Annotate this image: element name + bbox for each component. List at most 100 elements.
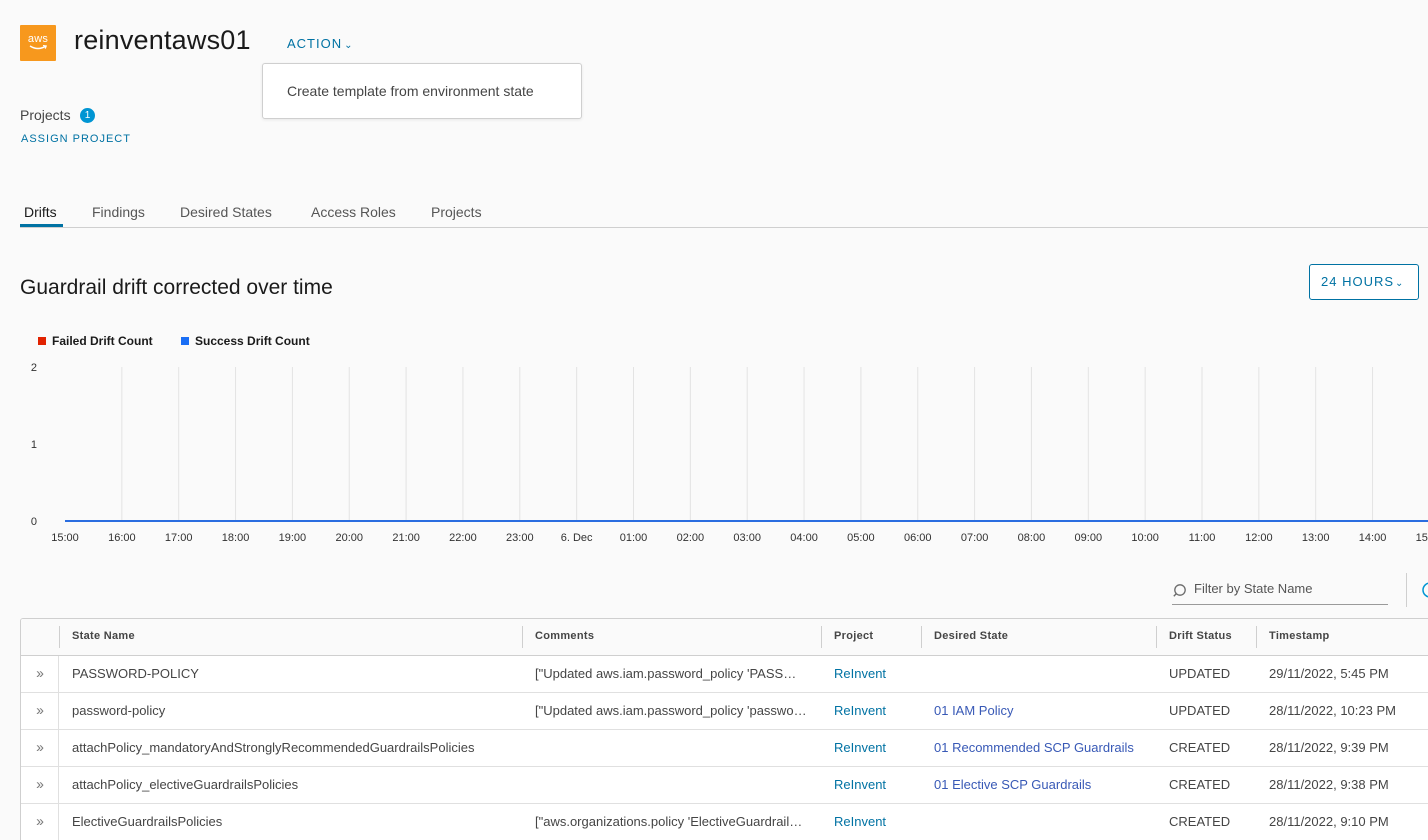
cell-timestamp: 28/11/2022, 9:10 PM	[1269, 814, 1389, 829]
x-tick-label: 17:00	[165, 532, 193, 544]
x-tick-label: 14:00	[1359, 532, 1387, 544]
cell-comments: ["Updated aws.iam.password_policy 'passw…	[535, 703, 807, 718]
cell-timestamp: 29/11/2022, 5:45 PM	[1269, 666, 1389, 681]
y-tick-label: 2	[31, 362, 37, 374]
action-dropdown-button[interactable]: ACTION ⌄	[287, 36, 354, 51]
tab-findings[interactable]: Findings	[92, 204, 145, 220]
cell-state-name: ElectiveGuardrailsPolicies	[72, 814, 223, 829]
refresh-icon	[1422, 582, 1428, 598]
column-header-state-name[interactable]: State Name	[72, 630, 135, 642]
cell-drift-status: CREATED	[1169, 814, 1231, 829]
drifts-table: State Name Comments Project Desired Stat…	[20, 618, 1428, 840]
cell-project-link[interactable]: ReInvent	[834, 777, 914, 792]
column-header-timestamp[interactable]: Timestamp	[1269, 630, 1330, 642]
cell-project-link[interactable]: ReInvent	[834, 703, 914, 718]
row-expand-button[interactable]: ››	[21, 656, 59, 692]
cell-timestamp: 28/11/2022, 9:38 PM	[1269, 777, 1389, 792]
x-tick-label: 10:00	[1131, 532, 1159, 544]
filter-input[interactable]	[1194, 581, 1384, 596]
x-tick-label: 01:00	[620, 532, 648, 544]
x-tick-label: 06:00	[904, 532, 932, 544]
double-chevron-right-icon: ››	[36, 776, 44, 793]
legend-item-success[interactable]: Success Drift Count	[181, 334, 310, 348]
row-expand-button[interactable]: ››	[21, 730, 59, 766]
x-tick-label: 13:00	[1302, 532, 1330, 544]
time-range-dropdown[interactable]: 24 HOURS⌄	[1309, 264, 1419, 300]
table-row: ›› attachPolicy_electiveGuardrailsPolici…	[21, 767, 1428, 804]
cell-state-name: attachPolicy_mandatoryAndStronglyRecomme…	[72, 740, 475, 755]
action-dropdown-menu: Create template from environment state	[262, 63, 582, 119]
column-header-project[interactable]: Project	[834, 630, 873, 642]
x-tick-label: 6. Dec	[561, 532, 593, 544]
x-tick-label: 16:00	[108, 532, 136, 544]
cell-desired-state-link[interactable]: 01 Elective SCP Guardrails	[934, 777, 1149, 792]
x-tick-label: 09:00	[1075, 532, 1103, 544]
cell-desired-state-link[interactable]: 01 IAM Policy	[934, 703, 1149, 718]
x-tick-label: 15:00	[1416, 532, 1428, 544]
tab-drifts[interactable]: Drifts	[24, 204, 57, 220]
cell-drift-status: CREATED	[1169, 777, 1231, 792]
x-tick-label: 23:00	[506, 532, 534, 544]
row-expand-button[interactable]: ››	[21, 693, 59, 729]
y-tick-label: 1	[31, 439, 37, 451]
x-tick-label: 12:00	[1245, 532, 1273, 544]
column-separator[interactable]	[921, 626, 922, 648]
x-tick-label: 11:00	[1189, 532, 1216, 544]
cell-state-name: password-policy	[72, 703, 166, 718]
y-tick-label: 0	[31, 516, 37, 528]
column-header-comments[interactable]: Comments	[535, 630, 594, 642]
row-expand-button[interactable]: ››	[21, 804, 59, 840]
table-row: ›› PASSWORD-POLICY ["Updated aws.iam.pas…	[21, 656, 1428, 693]
cell-timestamp: 28/11/2022, 9:39 PM	[1269, 740, 1389, 755]
x-tick-label: 04:00	[790, 532, 818, 544]
chevron-down-icon: ⌄	[344, 40, 354, 51]
table-row: ›› ElectiveGuardrailsPolicies ["aws.orga…	[21, 804, 1428, 840]
tab-bar: Drifts Findings Desired States Access Ro…	[20, 196, 1428, 228]
column-separator[interactable]	[1256, 626, 1257, 648]
table-header: State Name Comments Project Desired Stat…	[21, 619, 1428, 656]
action-label: ACTION	[287, 36, 343, 51]
chevron-down-icon: ⌄	[1395, 278, 1405, 289]
cell-comments: ["Updated aws.iam.password_policy 'PASSW…	[535, 666, 807, 681]
cell-drift-status: UPDATED	[1169, 666, 1231, 681]
tab-access-roles[interactable]: Access Roles	[311, 204, 396, 220]
table-row: ›› password-policy ["Updated aws.iam.pas…	[21, 693, 1428, 730]
row-expand-button[interactable]: ››	[21, 767, 59, 803]
x-tick-label: 07:00	[961, 532, 989, 544]
drift-chart: 0 1 2 15:00 16:00 17:00 18:00 19:00 20:00 21:00 22…	[31, 362, 1428, 544]
tab-projects[interactable]: Projects	[431, 204, 482, 220]
aws-logo: aws	[20, 25, 56, 61]
legend-swatch-success	[181, 337, 189, 345]
column-header-drift-status[interactable]: Drift Status	[1169, 630, 1232, 642]
assign-project-link[interactable]: ASSIGN PROJECT	[21, 133, 131, 145]
projects-label: Projects	[20, 107, 71, 123]
cell-project-link[interactable]: ReInvent	[834, 740, 914, 755]
column-separator[interactable]	[1156, 626, 1157, 648]
column-separator[interactable]	[821, 626, 822, 648]
time-range-label: 24 HOURS	[1321, 274, 1395, 289]
active-tab-indicator	[20, 224, 63, 227]
cell-project-link[interactable]: ReInvent	[834, 666, 914, 681]
cell-drift-status: UPDATED	[1169, 703, 1231, 718]
cell-state-name: PASSWORD-POLICY	[72, 666, 199, 681]
environment-title: reinventaws01	[74, 25, 251, 55]
legend-swatch-failed	[38, 337, 46, 345]
x-tick-label: 05:00	[847, 532, 875, 544]
x-tick-label: 03:00	[733, 532, 761, 544]
menu-item-create-template[interactable]: Create template from environment state	[287, 83, 534, 99]
table-row: ›› attachPolicy_mandatoryAndStronglyReco…	[21, 730, 1428, 767]
x-tick-label: 08:00	[1018, 532, 1046, 544]
legend-label-failed: Failed Drift Count	[52, 334, 153, 348]
column-header-desired-state[interactable]: Desired State	[934, 630, 1008, 642]
column-separator[interactable]	[522, 626, 523, 648]
double-chevron-right-icon: ››	[36, 739, 44, 756]
x-tick-label: 22:00	[449, 532, 477, 544]
cell-desired-state-link[interactable]: 01 Recommended SCP Guardrails	[934, 740, 1149, 755]
legend-item-failed[interactable]: Failed Drift Count	[38, 334, 153, 348]
x-tick-label: 02:00	[677, 532, 705, 544]
tab-desired-states[interactable]: Desired States	[180, 204, 272, 220]
x-tick-label: 20:00	[335, 532, 363, 544]
cell-project-link[interactable]: ReInvent	[834, 814, 914, 829]
refresh-button[interactable]	[1406, 573, 1428, 607]
double-chevron-right-icon: ››	[36, 665, 44, 682]
